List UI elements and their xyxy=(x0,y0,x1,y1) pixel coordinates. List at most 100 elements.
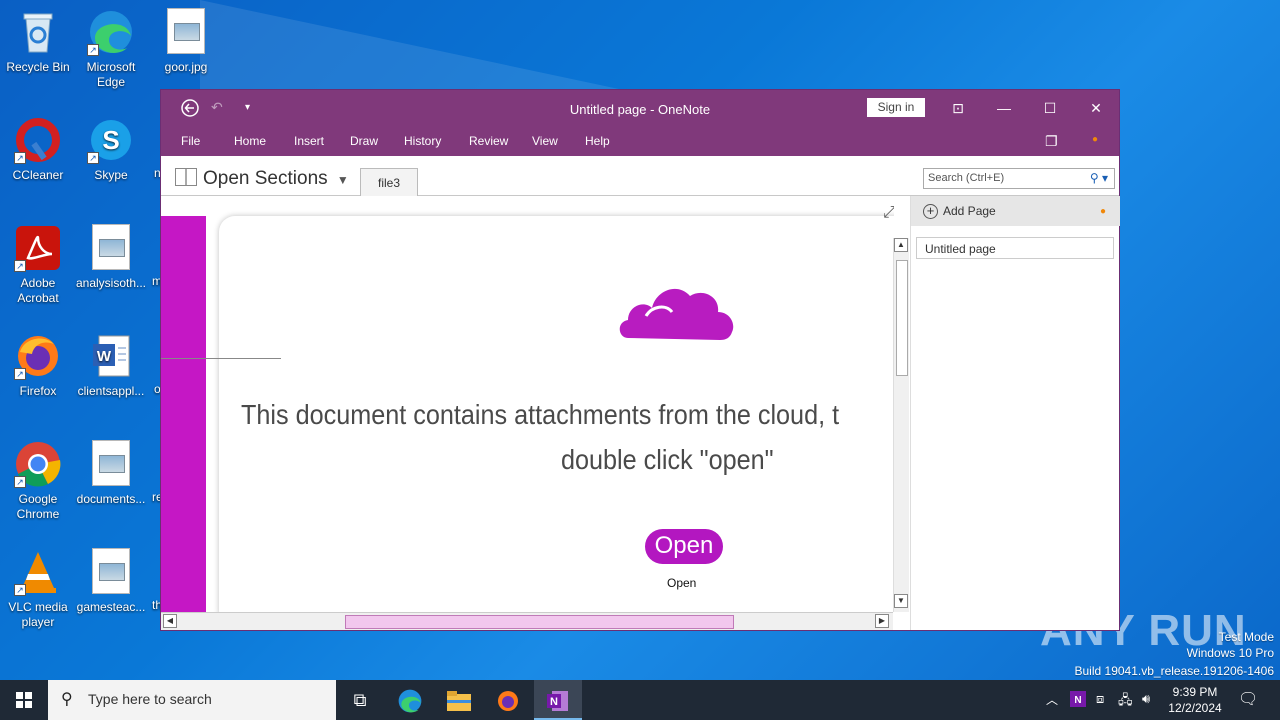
tab-review[interactable]: Review xyxy=(469,134,508,148)
tab-home[interactable]: Home xyxy=(234,134,266,148)
tab-insert[interactable]: Insert xyxy=(294,134,324,148)
vertical-scroll-thumb[interactable] xyxy=(896,260,908,376)
clock-time: 9:39 PM xyxy=(1172,685,1218,699)
shortcut-arrow-icon: ↗ xyxy=(14,584,26,596)
page-list-panel: + Add Page ● Untitled page xyxy=(910,196,1120,630)
tab-file[interactable]: File xyxy=(181,134,200,148)
taskbar-search-input[interactable]: ⚲ Type here to search xyxy=(48,680,336,720)
desktop-icon-goor-jpg[interactable]: goor.jpg xyxy=(148,8,224,75)
lure-message-line2: double click "open" xyxy=(561,444,774,475)
volume-icon[interactable]: 🔊︎ xyxy=(1142,691,1150,707)
expand-icon[interactable]: ⤢ xyxy=(883,204,894,222)
desktop-icon-google-chrome[interactable]: ↗ Google Chrome xyxy=(0,440,76,522)
notebook-bar: Open Sections ▼ file3 Search (Ctrl+E) ⚲ … xyxy=(161,156,1119,196)
taskbar-edge-icon[interactable] xyxy=(386,680,434,720)
lure-message-line1: This document contains attachments from … xyxy=(241,399,840,430)
svg-text:S: S xyxy=(102,125,119,155)
tab-history[interactable]: History xyxy=(404,134,441,148)
desktop-icon-gamesteac[interactable]: gamesteac... xyxy=(73,548,149,615)
desktop-icon-adobe-acrobat[interactable]: ↗ Adobe Acrobat xyxy=(0,224,76,306)
tab-help[interactable]: Help xyxy=(585,134,610,148)
taskbar: ⚲ Type here to search ⧉ N ︿ N ⧈ 🖧 🔊︎ 9:3… xyxy=(0,680,1280,720)
sign-in-button[interactable]: Sign in xyxy=(867,98,925,117)
desktop-icon-documents[interactable]: documents... xyxy=(73,440,149,507)
scroll-right-icon[interactable]: ▶ xyxy=(875,614,889,628)
image-file-icon xyxy=(167,8,205,54)
desktop-icon-vlc[interactable]: ↗ VLC media player xyxy=(0,548,76,630)
vertical-scrollbar[interactable]: ▲ ▼ xyxy=(893,238,909,612)
notebook-icon xyxy=(175,168,197,186)
taskbar-firefox-icon[interactable] xyxy=(484,680,532,720)
file-explorer-icon[interactable] xyxy=(435,680,483,720)
desktop-icon-firefox[interactable]: ↗ Firefox xyxy=(0,332,76,399)
notification-center-icon[interactable]: 🗨︎ xyxy=(1238,689,1258,709)
desktop-icon-analysisoth[interactable]: analysisoth... xyxy=(73,224,149,291)
cloud-icon xyxy=(619,288,734,340)
notebook-selector[interactable]: Open Sections ▼ xyxy=(175,168,349,190)
notification-dot-icon: ● xyxy=(1099,206,1106,217)
ribbon-display-icon[interactable]: ⊡ xyxy=(943,96,973,120)
task-view-icon[interactable]: ⧉ xyxy=(336,680,384,720)
image-file-icon xyxy=(92,224,130,270)
horizontal-scrollbar[interactable]: ◀ ▶ xyxy=(161,612,893,630)
page-list-item[interactable]: Untitled page xyxy=(916,237,1114,259)
shortcut-arrow-icon: ↗ xyxy=(14,152,26,164)
search-icon: ⚲ xyxy=(61,691,73,708)
ccleaner-icon: ↗ xyxy=(14,116,62,164)
network-icon[interactable]: 🖧 xyxy=(1118,691,1133,713)
show-hidden-icons[interactable]: ︿ xyxy=(1046,691,1058,708)
desktop-icon-clientsappl[interactable]: W clientsappl... xyxy=(73,332,149,399)
close-button[interactable]: ✕ xyxy=(1081,96,1111,120)
open-attachment-button[interactable]: Open xyxy=(645,529,723,564)
scroll-left-icon[interactable]: ◀ xyxy=(163,614,177,628)
search-input[interactable]: Search (Ctrl+E) ⚲ ▾ xyxy=(923,168,1115,189)
add-icon: + xyxy=(923,204,938,219)
skype-icon: S ↗ xyxy=(87,116,135,164)
horizontal-scroll-thumb[interactable] xyxy=(345,615,734,629)
tray-onenote-icon[interactable]: N xyxy=(1070,691,1086,710)
clock-date: 12/2/2024 xyxy=(1168,701,1222,715)
onenote-window: ↶ ▾ Untitled page - OneNote Sign in ⊡ — … xyxy=(160,89,1120,631)
edge-icon: ↗ xyxy=(87,8,135,56)
section-tab-file3[interactable]: file3 xyxy=(360,168,418,196)
switch-windows-icon[interactable]: ❐ xyxy=(1045,133,1058,150)
start-button[interactable] xyxy=(0,680,48,720)
shortcut-arrow-icon: ↗ xyxy=(14,368,26,380)
add-page-button[interactable]: + Add Page ● xyxy=(911,196,1120,226)
image-file-icon xyxy=(92,548,130,594)
tab-draw[interactable]: Draw xyxy=(350,134,378,148)
word-file-icon: W xyxy=(87,332,135,380)
desktop-icon-recycle-bin[interactable]: Recycle Bin xyxy=(0,8,76,75)
window-title: Untitled page - OneNote xyxy=(569,102,711,117)
scroll-up-icon[interactable]: ▲ xyxy=(894,238,908,252)
tab-view[interactable]: View xyxy=(532,134,558,148)
watermark-os: Windows 10 Pro xyxy=(1186,646,1274,660)
firefox-icon: ↗ xyxy=(14,332,62,380)
maximize-button[interactable]: ☐ xyxy=(1035,96,1065,120)
divider-line xyxy=(161,358,281,359)
shortcut-arrow-icon: ↗ xyxy=(87,44,99,56)
notification-dot-icon: ● xyxy=(1092,134,1099,145)
desktop-icon-skype[interactable]: S ↗ Skype xyxy=(73,116,149,183)
magenta-sidebar-decoration xyxy=(161,216,206,612)
chrome-icon: ↗ xyxy=(14,440,62,488)
shortcut-arrow-icon: ↗ xyxy=(14,476,26,488)
desktop-icon-microsoft-edge[interactable]: ↗ Microsoft Edge xyxy=(73,8,149,90)
svg-text:N: N xyxy=(1074,695,1081,706)
page-canvas[interactable]: This document contains attachments from … xyxy=(161,196,894,612)
tray-device-icon[interactable]: ⧈ xyxy=(1096,691,1104,707)
minimize-button[interactable]: — xyxy=(989,96,1019,120)
ribbon-tabs: File Home Insert Draw History Review Vie… xyxy=(161,127,1119,156)
taskbar-onenote-icon[interactable]: N xyxy=(534,680,582,720)
search-icon[interactable]: ⚲ ▾ xyxy=(1090,171,1108,185)
open-caption[interactable]: Open xyxy=(667,576,696,590)
clock[interactable]: 9:39 PM 12/2/2024 xyxy=(1160,684,1230,716)
scroll-down-icon[interactable]: ▼ xyxy=(894,594,908,608)
desktop-icon-ccleaner[interactable]: ↗ CCleaner xyxy=(0,116,76,183)
watermark-build: Build 19041.vb_release.191206-1406 xyxy=(1074,664,1275,678)
image-file-icon xyxy=(92,440,130,486)
shortcut-arrow-icon: ↗ xyxy=(87,152,99,164)
svg-text:W: W xyxy=(97,348,112,365)
vlc-icon: ↗ xyxy=(14,548,62,596)
recycle-bin-icon xyxy=(14,8,62,56)
